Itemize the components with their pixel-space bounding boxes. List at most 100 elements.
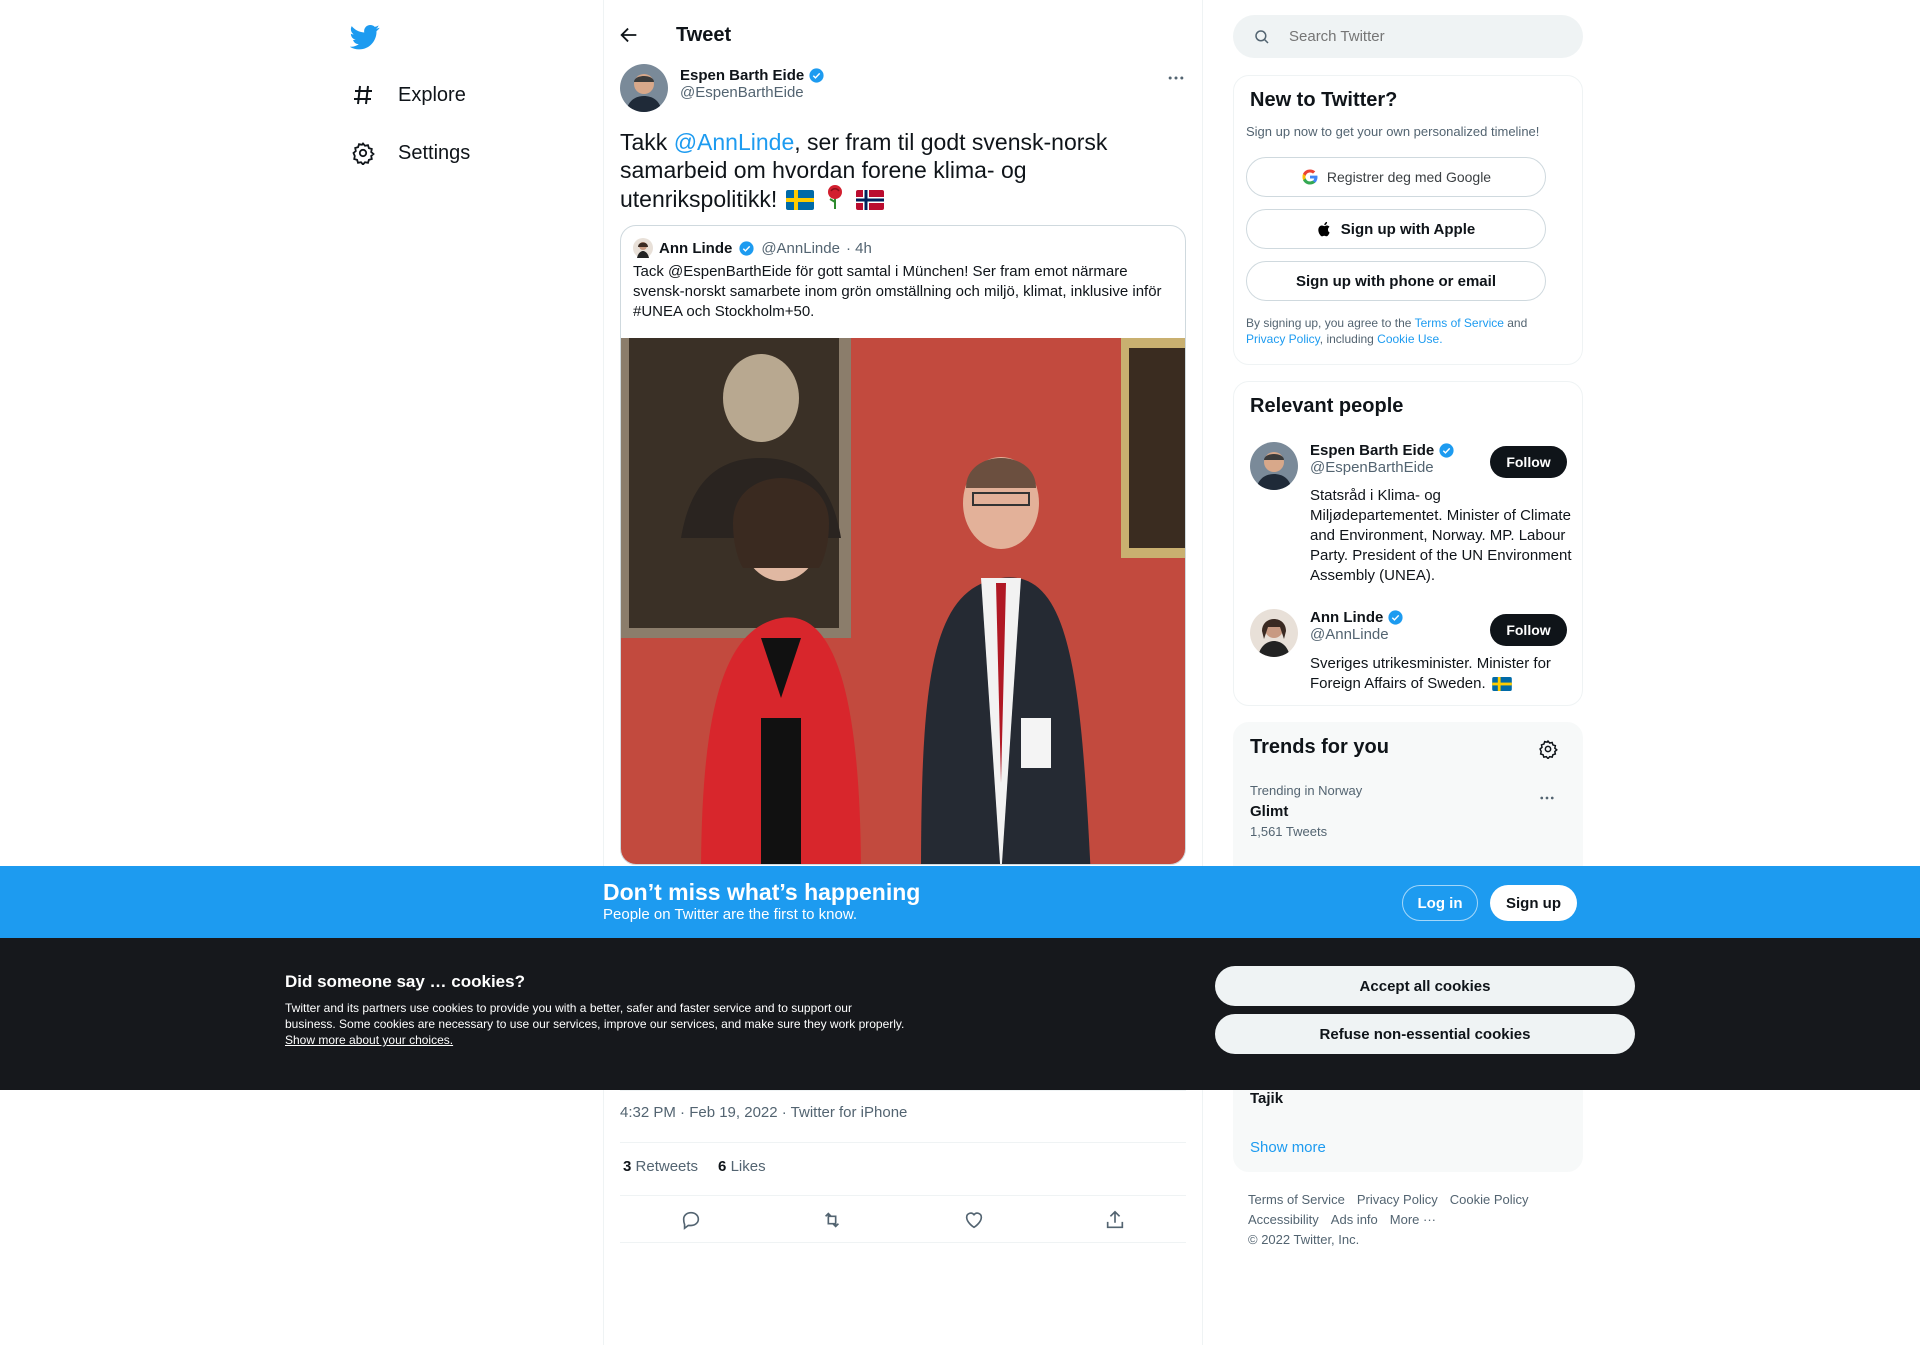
google-signup-label: Registrer deg med Google (1326, 169, 1492, 185)
footer-link[interactable]: Privacy Policy (1357, 1192, 1438, 1207)
trend-context: Trending in Norway (1250, 783, 1363, 798)
cookie-title: Did someone say … cookies? (285, 972, 525, 991)
phone-email-signup-button[interactable]: Sign up with phone or email (1246, 261, 1546, 301)
person-info[interactable]: Espen Barth Eide @EspenBarthEide (1310, 442, 1455, 476)
search-input[interactable] (1289, 28, 1549, 45)
signup-subtitle: Sign up now to get your own personalized… (1246, 124, 1540, 139)
tweet-actions (620, 1200, 1186, 1240)
retweets-stat[interactable]: 3 Retweets (623, 1158, 698, 1175)
likes-label: Likes (730, 1158, 766, 1175)
signup-legal-text: By signing up, you agree to the Terms of… (1246, 315, 1566, 347)
follow-button[interactable]: Follow (1490, 446, 1567, 478)
more-options-icon[interactable] (1166, 68, 1186, 93)
tweet-photo[interactable] (621, 338, 1186, 865)
person-avatar[interactable] (1250, 442, 1298, 490)
share-icon[interactable] (1104, 1209, 1126, 1231)
twitter-logo-icon[interactable] (349, 22, 380, 52)
footer-link[interactable]: Terms of Service (1248, 1192, 1345, 1207)
apple-signup-label: Sign up with Apple (1340, 220, 1476, 238)
person-bio: Statsråd i Klima- og Miljødepartementet.… (1310, 487, 1572, 584)
google-signup-button[interactable]: Registrer deg med Google (1246, 157, 1546, 197)
google-logo-icon (1302, 169, 1318, 185)
nav-item-label: Settings (398, 141, 471, 164)
quote-author-avatar (633, 238, 653, 258)
page-title: Tweet (676, 24, 732, 46)
refuse-cookies-button[interactable]: Refuse non-essential cookies (1215, 1014, 1635, 1054)
divider (620, 1142, 1186, 1143)
author-avatar[interactable] (620, 64, 668, 112)
copyright: © 2022 Twitter, Inc. (1248, 1232, 1360, 1247)
gear-icon (350, 140, 376, 166)
signup-button[interactable]: Sign up (1490, 885, 1577, 921)
accept-cookies-button[interactable]: Accept all cookies (1215, 966, 1635, 1006)
reply-icon[interactable] (680, 1209, 702, 1231)
divider (620, 1195, 1186, 1196)
footer-link[interactable]: Ads info (1331, 1212, 1378, 1227)
gear-icon[interactable] (1538, 739, 1558, 759)
retweet-icon[interactable] (821, 1209, 843, 1231)
quoted-tweet[interactable]: Ann Linde @AnnLinde · 4h Tack @EspenBart… (620, 225, 1186, 865)
tweet-text-prefix: Takk (620, 129, 674, 155)
verified-badge-icon (1388, 610, 1403, 625)
cookie-text: Twitter and its partners use cookies to … (285, 1000, 905, 1048)
trend-name[interactable]: Tajik (1250, 1090, 1283, 1107)
cookie-use-link[interactable]: Cookie Use. (1377, 332, 1442, 346)
show-more-link[interactable]: Show more (1250, 1139, 1326, 1156)
person-name: Espen Barth Eide (1310, 442, 1435, 459)
privacy-link[interactable]: Privacy Policy (1246, 332, 1320, 346)
tweet-timestamp[interactable]: 4:32 PM · Feb 19, 2022 · Twitter for iPh… (620, 1104, 907, 1121)
verified-badge-icon (1439, 443, 1454, 458)
author-handle[interactable]: @EspenBarthEide (680, 84, 825, 101)
apple-signup-button[interactable]: Sign up with Apple (1246, 209, 1546, 249)
footer-more-link[interactable]: More ··· (1390, 1212, 1436, 1227)
trends-title: Trends for you (1250, 736, 1389, 758)
person-name: Ann Linde (1310, 609, 1384, 626)
apple-logo-icon (1318, 221, 1330, 237)
trend-item[interactable]: Trending in Norway Glimt 1,561 Tweets (1250, 783, 1362, 840)
back-arrow-icon[interactable] (618, 24, 642, 48)
nav-item-explore[interactable]: Explore (350, 82, 466, 108)
tweet-stats: 3 Retweets 6 Likes (623, 1158, 766, 1175)
footer-link[interactable]: Accessibility (1248, 1212, 1319, 1227)
nav-item-label: Explore (398, 83, 466, 106)
search-icon (1255, 29, 1269, 44)
relevant-people-title: Relevant people (1250, 395, 1404, 417)
norwegian-flag-icon (856, 190, 885, 210)
person-avatar[interactable] (1250, 609, 1298, 657)
person-handle: @EspenBarthEide (1310, 459, 1434, 476)
mention-link[interactable]: @AnnLinde (674, 129, 795, 155)
likes-count: 6 (718, 1158, 727, 1175)
like-heart-icon[interactable] (963, 1209, 985, 1231)
footer-link[interactable]: Cookie Policy (1450, 1192, 1529, 1207)
legal-including: , including (1319, 332, 1378, 346)
trend-name: Glimt (1250, 803, 1289, 820)
quote-author-handle: @AnnLinde (761, 239, 840, 257)
terms-link[interactable]: Terms of Service (1415, 316, 1504, 330)
author-name-row[interactable]: Espen Barth Eide (680, 67, 825, 84)
signup-panel: New to Twitter? Sign up now to get your … (1233, 75, 1583, 365)
signup-banner (0, 866, 1920, 938)
search-bar[interactable] (1233, 15, 1583, 58)
tweet-text: Takk @AnnLinde, ser fram til godt svensk… (620, 128, 1180, 213)
retweets-label: Retweets (635, 1158, 699, 1175)
more-options-icon[interactable] (1538, 789, 1556, 807)
divider (620, 1242, 1186, 1243)
legal-and: and (1503, 316, 1528, 330)
legal-prefix: By signing up, you agree to the (1246, 316, 1415, 330)
rose-icon (828, 185, 843, 209)
cookie-more-link[interactable]: Show more about your choices. (285, 1033, 453, 1047)
likes-stat[interactable]: 6 Likes (718, 1158, 766, 1175)
person-info[interactable]: Ann Linde @AnnLinde (1310, 609, 1404, 643)
hashtag-icon (350, 82, 376, 108)
banner-title: Don’t miss what’s happening (603, 879, 921, 905)
login-button[interactable]: Log in (1402, 885, 1478, 921)
retweets-count: 3 (623, 1158, 632, 1175)
quote-time: · 4h (845, 239, 872, 257)
author-info: Espen Barth Eide @EspenBarthEide (680, 67, 825, 101)
footer: Terms of Service Privacy Policy Cookie Pol… (1248, 1190, 1568, 1250)
quote-author-row: Ann Linde @AnnLinde · 4h (633, 238, 872, 258)
author-name[interactable]: Espen Barth Eide (680, 67, 804, 84)
relevant-people-panel: Relevant people Espen Barth Eide @EspenB… (1233, 381, 1583, 706)
nav-item-settings[interactable]: Settings (350, 140, 470, 166)
follow-button[interactable]: Follow (1490, 614, 1567, 646)
